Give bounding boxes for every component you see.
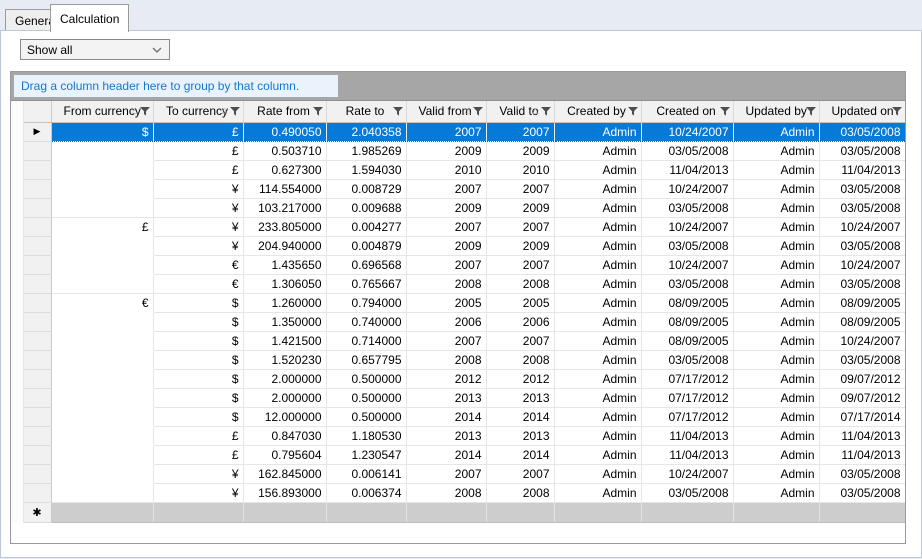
- table-row[interactable]: ¥ 162.8450000.006141 20072007 Admin10/24…: [11, 464, 905, 483]
- tab-calculation-label: Calculation: [60, 12, 119, 26]
- group-by-panel[interactable]: Drag a column header here to group by th…: [11, 72, 905, 101]
- column-header-from-currency[interactable]: From currency △: [51, 101, 153, 122]
- row-indicator[interactable]: [23, 350, 51, 369]
- filter-icon[interactable]: [140, 107, 150, 116]
- tab-calculation[interactable]: Calculation: [50, 4, 129, 32]
- row-indicator[interactable]: [23, 483, 51, 502]
- column-header-to-currency[interactable]: To currency △: [153, 101, 243, 122]
- table-row[interactable]: $ 1.4215000.714000 20072007 Admin08/09/2…: [11, 331, 905, 350]
- filter-dropdown[interactable]: Show all: [20, 39, 170, 60]
- row-indicator[interactable]: [23, 464, 51, 483]
- currency-rates-grid: Drag a column header here to group by th…: [10, 71, 906, 544]
- column-header-label: Rate from: [257, 104, 310, 118]
- filter-icon[interactable]: [473, 107, 483, 116]
- table-row[interactable]: $ 2.0000000.500000 20122012 Admin07/17/2…: [11, 369, 905, 388]
- row-indicator-header: [23, 101, 51, 122]
- grid-body: ▶ $£ 0.4900502.040358 20072007 Admin10/2…: [11, 122, 905, 502]
- row-indicator[interactable]: [23, 160, 51, 179]
- row-indicator[interactable]: [23, 198, 51, 217]
- row-indicator[interactable]: [23, 407, 51, 426]
- filter-icon[interactable]: [393, 107, 403, 116]
- sort-ascending-icon: △: [131, 107, 137, 115]
- table-row[interactable]: ▶ $£ 0.4900502.040358 20072007 Admin10/2…: [11, 122, 905, 141]
- sort-ascending-icon: △: [221, 107, 227, 115]
- table-row[interactable]: $ 2.0000000.500000 20132013 Admin07/17/2…: [11, 388, 905, 407]
- table-row[interactable]: ¥ 103.2170000.009688 20092009 Admin03/05…: [11, 198, 905, 217]
- column-header-label: Created on: [656, 104, 715, 118]
- row-indicator[interactable]: [23, 445, 51, 464]
- row-indicator[interactable]: [23, 217, 51, 236]
- column-header-created-by[interactable]: Created by: [554, 101, 641, 122]
- row-indicator[interactable]: [23, 369, 51, 388]
- table-row[interactable]: $ 1.3500000.740000 20062006 Admin08/09/2…: [11, 312, 905, 331]
- current-row-arrow-icon[interactable]: ▶: [23, 122, 51, 141]
- filter-icon[interactable]: [628, 107, 638, 116]
- header-row: From currency △ To currency △ Rate from …: [11, 101, 905, 122]
- row-indicator[interactable]: [23, 426, 51, 445]
- sort-ascending-icon: △: [464, 107, 470, 115]
- row-indicator[interactable]: [23, 312, 51, 331]
- table-row[interactable]: £ 0.6273001.594030 20102010 Admin11/04/2…: [11, 160, 905, 179]
- left-edge-spacer: [11, 101, 23, 122]
- row-indicator[interactable]: [23, 331, 51, 350]
- row-indicator[interactable]: [23, 293, 51, 312]
- table-row[interactable]: ¥ 156.8930000.006374 20082008 Admin03/05…: [11, 483, 905, 502]
- row-indicator[interactable]: [23, 236, 51, 255]
- table-row[interactable]: ¥ 114.5540000.008729 20072007 Admin10/24…: [11, 179, 905, 198]
- filter-icon[interactable]: [541, 107, 551, 116]
- new-row-asterisk-icon: ✱: [32, 507, 41, 519]
- filter-icon[interactable]: [892, 107, 902, 116]
- column-header-updated-on[interactable]: Updated on: [819, 101, 905, 122]
- column-header-label: To currency: [166, 104, 228, 118]
- table-row[interactable]: €$ 1.2600000.794000 20052005 Admin08/09/…: [11, 293, 905, 312]
- table-row[interactable]: £ 0.7956041.230547 20142014 Admin11/04/2…: [11, 445, 905, 464]
- sort-ascending-icon: △: [532, 107, 538, 115]
- row-indicator[interactable]: [23, 179, 51, 198]
- new-row[interactable]: ✱: [11, 502, 905, 522]
- table-row[interactable]: £ 0.5037101.985269 20092009 Admin03/05/2…: [11, 141, 905, 160]
- column-header-valid-from[interactable]: Valid from △: [406, 101, 486, 122]
- column-header-rate-from[interactable]: Rate from: [243, 101, 326, 122]
- filter-icon[interactable]: [313, 107, 323, 116]
- table-row[interactable]: € 1.3060500.765667 20082008 Admin03/05/2…: [11, 274, 905, 293]
- column-header-label: From currency: [64, 104, 141, 118]
- table-row[interactable]: $ 1.5202300.657795 20082008 Admin03/05/2…: [11, 350, 905, 369]
- chevron-down-icon: [152, 47, 162, 53]
- table-row[interactable]: € 1.4356500.696568 20072007 Admin10/24/2…: [11, 255, 905, 274]
- group-by-hint: Drag a column header here to group by th…: [14, 75, 338, 97]
- column-header-label: Created by: [567, 104, 626, 118]
- table-row[interactable]: ¥ 204.9400000.004879 20092009 Admin03/05…: [11, 236, 905, 255]
- column-header-valid-to[interactable]: Valid to △: [486, 101, 554, 122]
- row-indicator[interactable]: [23, 388, 51, 407]
- filter-icon[interactable]: [806, 107, 816, 116]
- column-header-updated-by[interactable]: Updated by: [733, 101, 819, 122]
- row-indicator[interactable]: [23, 141, 51, 160]
- column-header-rate-to[interactable]: Rate to: [326, 101, 406, 122]
- group-by-hint-text: Drag a column header here to group by th…: [21, 79, 299, 93]
- column-header-label: Updated on: [832, 104, 894, 118]
- table-row[interactable]: $ 12.0000000.500000 20142014 Admin07/17/…: [11, 407, 905, 426]
- table-row[interactable]: £ 0.8470301.180530 20132013 Admin11/04/2…: [11, 426, 905, 445]
- column-header-created-on[interactable]: Created on: [641, 101, 733, 122]
- table-row[interactable]: £¥ 233.8050000.004277 20072007 Admin10/2…: [11, 217, 905, 236]
- rates-table: From currency △ To currency △ Rate from …: [11, 101, 906, 523]
- row-indicator[interactable]: [23, 274, 51, 293]
- filter-dropdown-value: Show all: [27, 43, 72, 57]
- new-row-indicator[interactable]: ✱: [23, 502, 51, 522]
- currency-calculation-window: General Calculation Show all Drag a colu…: [0, 0, 922, 559]
- filter-icon[interactable]: [230, 107, 240, 116]
- row-indicator[interactable]: [23, 255, 51, 274]
- column-header-label: Updated by: [746, 104, 807, 118]
- filter-icon[interactable]: [720, 107, 730, 116]
- tab-strip: General Calculation: [0, 0, 922, 31]
- calculation-tab-page: Show all Drag a column header here to gr…: [0, 30, 922, 558]
- column-header-label: Rate to: [346, 104, 385, 118]
